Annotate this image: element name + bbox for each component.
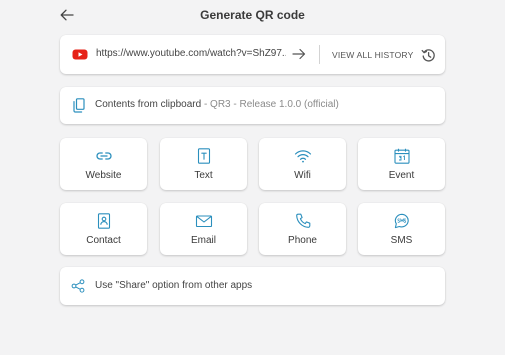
view-all-history-button[interactable]: VIEW ALL HISTORY	[332, 47, 436, 63]
youtube-icon	[72, 49, 88, 60]
type-email-label: Email	[190, 235, 216, 246]
calendar-icon	[393, 148, 410, 164]
arrow-right-icon[interactable]	[291, 46, 307, 62]
divider	[319, 45, 320, 64]
phone-icon	[295, 213, 310, 228]
page-title: Generate QR code	[200, 8, 305, 22]
email-icon	[195, 215, 212, 228]
contact-icon	[97, 213, 110, 229]
share-option-label: Use "Share" option from other apps	[95, 280, 253, 291]
type-sms-label: SMS	[390, 235, 413, 246]
type-contact-label: Contact	[86, 235, 121, 246]
view-all-history-label: VIEW ALL HISTORY	[332, 50, 414, 60]
type-wifi-label: Wifi	[294, 170, 311, 181]
clipboard-icon	[73, 98, 85, 113]
type-sms-button[interactable]: SMS	[358, 203, 445, 255]
type-email-button[interactable]: Email	[160, 203, 247, 255]
type-text-label: Text	[194, 170, 213, 181]
url-card: https://www.youtube.com/watch?v=ShZ97...…	[60, 35, 445, 74]
clipboard-label: Contents from clipboard	[95, 99, 202, 110]
clipboard-text: Contents from clipboard - QR3 - Release …	[95, 99, 339, 110]
type-phone-label: Phone	[288, 235, 317, 246]
history-icon	[422, 48, 436, 62]
clipboard-card[interactable]: Contents from clipboard - QR3 - Release …	[60, 87, 445, 124]
type-text-button[interactable]: Text	[160, 138, 247, 190]
type-event-label: Event	[388, 170, 415, 181]
share-icon	[71, 279, 85, 293]
url-input[interactable]: https://www.youtube.com/watch?v=ShZ97...	[96, 48, 286, 59]
wifi-icon	[294, 150, 311, 163]
clipboard-detail: - QR3 - Release 1.0.0 (official)	[201, 99, 339, 110]
share-option-card[interactable]: Use "Share" option from other apps	[60, 267, 445, 305]
text-icon	[197, 148, 210, 164]
type-wifi-button[interactable]: Wifi	[259, 138, 346, 190]
type-event-button[interactable]: Event	[358, 138, 445, 190]
sms-icon	[394, 213, 409, 229]
type-phone-button[interactable]: Phone	[259, 203, 346, 255]
type-website-label: Website	[85, 170, 122, 181]
type-contact-button[interactable]: Contact	[60, 203, 147, 255]
type-website-button[interactable]: Website	[60, 138, 147, 190]
top-bar: Generate QR code	[0, 0, 505, 30]
link-icon	[95, 152, 112, 160]
